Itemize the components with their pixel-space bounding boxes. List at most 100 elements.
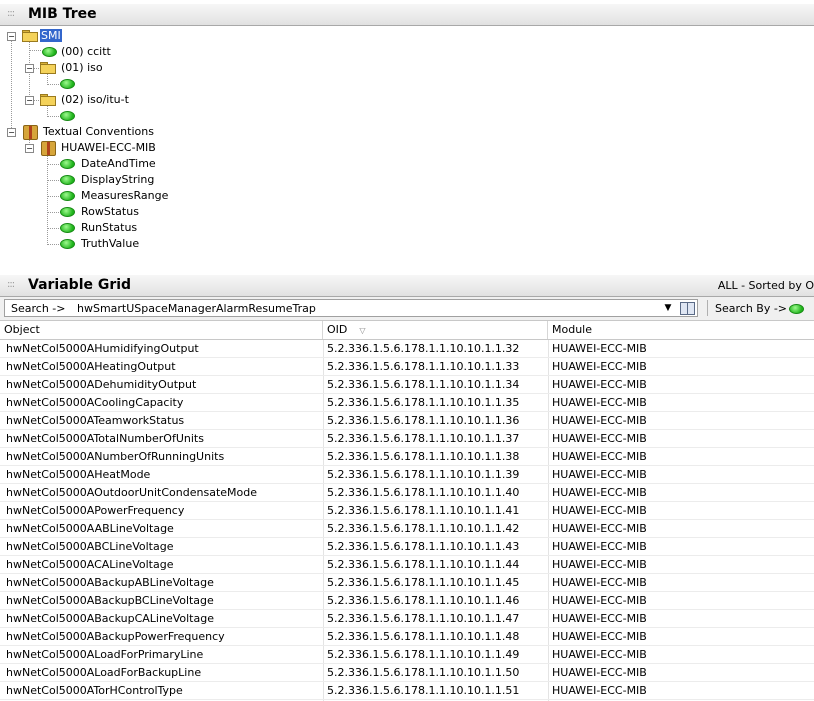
- table-row[interactable]: hwNetCol5000AABLineVoltage 5.2.336.1.5.6.…: [0, 520, 814, 538]
- folder-icon: [22, 30, 38, 42]
- cell-object: hwNetCol5000AABLineVoltage: [6, 522, 174, 535]
- panel-grip-icon[interactable]: :::: [7, 279, 15, 290]
- table-row[interactable]: hwNetCol5000ALoadForPrimaryLine 5.2.336.1…: [0, 646, 814, 664]
- tree-node-label: DisplayString: [81, 173, 155, 186]
- table-row[interactable]: hwNetCol5000ABackupBCLineVoltage 5.2.336.…: [0, 592, 814, 610]
- cell-object: hwNetCol5000ATorHControlType: [6, 684, 183, 697]
- collapse-icon[interactable]: −: [7, 128, 16, 137]
- cell-object: hwNetCol5000ANumberOfRunningUnits: [6, 450, 225, 463]
- cell-object: hwNetCol5000APowerFrequency: [6, 504, 185, 517]
- column-header-module[interactable]: Module: [548, 321, 814, 339]
- cell-module: HUAWEI-ECC-MIB: [552, 342, 647, 355]
- cell-oid: 5.2.336.1.5.6.178.1.1.10.10.1.1.51: [327, 684, 520, 697]
- green-leaf-icon: [60, 223, 75, 233]
- table-row[interactable]: hwNetCol5000ATotalNumberOfUnits 5.2.336.1…: [0, 430, 814, 448]
- table-row[interactable]: hwNetCol5000ADehumidityOutput 5.2.336.1.5…: [0, 376, 814, 394]
- table-row[interactable]: hwNetCol5000ABackupPowerFrequency 5.2.336…: [0, 628, 814, 646]
- table-row[interactable]: hwNetCol5000AOutdoorUnitCondensateMode 5.…: [0, 484, 814, 502]
- table-row[interactable]: hwNetCol5000ATeamworkStatus 5.2.336.1.5.6…: [0, 412, 814, 430]
- search-combobox[interactable]: Search -> hwSmartUSpaceManagerAlarmResum…: [4, 299, 698, 317]
- table-row[interactable]: hwNetCol5000ATorHControlType 5.2.336.1.5.…: [0, 682, 814, 700]
- cell-module: HUAWEI-ECC-MIB: [552, 360, 647, 373]
- variable-grid[interactable]: hwNetCol5000AHumidifyingOutput 5.2.336.1.…: [0, 340, 814, 701]
- cell-object: hwNetCol5000ABackupPowerFrequency: [6, 630, 225, 643]
- book-icon[interactable]: [680, 302, 695, 315]
- tree-node-displaystring[interactable]: DisplayString: [0, 172, 200, 188]
- cell-module: HUAWEI-ECC-MIB: [552, 450, 647, 463]
- tree-node-iso-itu-t[interactable]: − (02) iso/itu-t: [0, 92, 180, 108]
- cell-object: hwNetCol5000ACALineVoltage: [6, 558, 174, 571]
- cell-object: hwNetCol5000AOutdoorUnitCondensateMode: [6, 486, 257, 499]
- cell-oid: 5.2.336.1.5.6.178.1.1.10.10.1.1.49: [327, 648, 520, 661]
- cell-module: HUAWEI-ECC-MIB: [552, 684, 647, 697]
- cell-module: HUAWEI-ECC-MIB: [552, 576, 647, 589]
- cell-object: hwNetCol5000ATotalNumberOfUnits: [6, 432, 204, 445]
- column-header-object[interactable]: Object: [0, 321, 323, 339]
- collapse-icon[interactable]: −: [25, 144, 34, 153]
- table-row[interactable]: hwNetCol5000AHeatingOutput 5.2.336.1.5.6.…: [0, 358, 814, 376]
- folder-icon: [40, 94, 56, 106]
- tree-node-textual-conventions[interactable]: − Textual Conventions: [0, 124, 200, 140]
- cell-oid: 5.2.336.1.5.6.178.1.1.10.10.1.1.39: [327, 468, 520, 481]
- cell-oid: 5.2.336.1.5.6.178.1.1.10.10.1.1.41: [327, 504, 520, 517]
- cell-oid: 5.2.336.1.5.6.178.1.1.10.10.1.1.36: [327, 414, 520, 427]
- cell-object: hwNetCol5000ALoadForPrimaryLine: [6, 648, 204, 661]
- tree-node-rowstatus[interactable]: RowStatus: [0, 204, 200, 220]
- tree-node-smi[interactable]: − SMI: [0, 28, 120, 44]
- green-leaf-icon[interactable]: [789, 304, 804, 314]
- cell-oid: 5.2.336.1.5.6.178.1.1.10.10.1.1.35: [327, 396, 520, 409]
- cell-module: HUAWEI-ECC-MIB: [552, 432, 647, 445]
- cell-oid: 5.2.336.1.5.6.178.1.1.10.10.1.1.44: [327, 558, 520, 571]
- cell-module: HUAWEI-ECC-MIB: [552, 468, 647, 481]
- cell-object: hwNetCol5000AHeatingOutput: [6, 360, 176, 373]
- tree-node-ccitt[interactable]: (00) ccitt: [0, 44, 160, 60]
- green-leaf-icon: [60, 207, 75, 217]
- search-by-button[interactable]: Search By ->: [715, 302, 787, 315]
- tree-node-iso[interactable]: − (01) iso: [0, 60, 160, 76]
- collapse-icon[interactable]: −: [25, 96, 34, 105]
- cell-oid: 5.2.336.1.5.6.178.1.1.10.10.1.1.46: [327, 594, 520, 607]
- cell-module: HUAWEI-ECC-MIB: [552, 648, 647, 661]
- cell-oid: 5.2.336.1.5.6.178.1.1.10.10.1.1.45: [327, 576, 520, 589]
- table-row[interactable]: hwNetCol5000ABackupABLineVoltage 5.2.336.…: [0, 574, 814, 592]
- cell-module: HUAWEI-ECC-MIB: [552, 594, 647, 607]
- table-row[interactable]: hwNetCol5000ABackupCALineVoltage 5.2.336.…: [0, 610, 814, 628]
- green-leaf-icon: [60, 175, 75, 185]
- tree-node-iso-child[interactable]: [0, 76, 100, 92]
- panel-grip-icon[interactable]: :::: [7, 8, 15, 19]
- tree-node-iso-itu-t-child[interactable]: [0, 108, 100, 124]
- tree-node-dateandtime[interactable]: DateAndTime: [0, 156, 200, 172]
- cell-oid: 5.2.336.1.5.6.178.1.1.10.10.1.1.42: [327, 522, 520, 535]
- collapse-icon[interactable]: −: [7, 32, 16, 41]
- table-row[interactable]: hwNetCol5000ALoadForBackupLine 5.2.336.1.…: [0, 664, 814, 682]
- tree-node-measuresrange[interactable]: MeasuresRange: [0, 188, 200, 204]
- tree-node-label: MeasuresRange: [81, 189, 169, 202]
- tree-node-label: (02) iso/itu-t: [61, 93, 129, 106]
- search-input[interactable]: hwSmartUSpaceManagerAlarmResumeTrap: [77, 302, 316, 315]
- table-row[interactable]: hwNetCol5000ACoolingCapacity 5.2.336.1.5.…: [0, 394, 814, 412]
- tree-node-label: Textual Conventions: [43, 125, 154, 138]
- green-leaf-icon: [60, 191, 75, 201]
- table-row[interactable]: hwNetCol5000AHeatMode 5.2.336.1.5.6.178.1…: [0, 466, 814, 484]
- column-header-label: Object: [4, 323, 40, 336]
- green-leaf-icon: [60, 111, 75, 121]
- tree-node-huawei-ecc-mib[interactable]: − HUAWEI-ECC-MIB: [0, 140, 200, 156]
- table-row[interactable]: hwNetCol5000ABCLineVoltage 5.2.336.1.5.6.…: [0, 538, 814, 556]
- cell-object: hwNetCol5000ABackupABLineVoltage: [6, 576, 214, 589]
- collapse-icon[interactable]: −: [25, 64, 34, 73]
- tree-node-truthvalue[interactable]: TruthValue: [0, 236, 200, 252]
- package-icon: [41, 141, 56, 156]
- mib-tree[interactable]: − SMI (00) ccitt − (01) iso − (02) iso/i…: [0, 28, 814, 268]
- table-row[interactable]: hwNetCol5000APowerFrequency 5.2.336.1.5.6…: [0, 502, 814, 520]
- tree-node-runstatus[interactable]: RunStatus: [0, 220, 200, 236]
- cell-object: hwNetCol5000ALoadForBackupLine: [6, 666, 202, 679]
- table-row[interactable]: hwNetCol5000AHumidifyingOutput 5.2.336.1.…: [0, 340, 814, 358]
- table-row[interactable]: hwNetCol5000ACALineVoltage 5.2.336.1.5.6.…: [0, 556, 814, 574]
- sort-status: ALL - Sorted by O: [717, 279, 814, 292]
- cell-module: HUAWEI-ECC-MIB: [552, 558, 647, 571]
- cell-oid: 5.2.336.1.5.6.178.1.1.10.10.1.1.48: [327, 630, 520, 643]
- dropdown-arrow-icon[interactable]: ▼: [661, 301, 675, 315]
- table-row[interactable]: hwNetCol5000ANumberOfRunningUnits 5.2.336…: [0, 448, 814, 466]
- cell-object: hwNetCol5000ABCLineVoltage: [6, 540, 174, 553]
- column-header-oid[interactable]: OID ▽: [323, 321, 548, 339]
